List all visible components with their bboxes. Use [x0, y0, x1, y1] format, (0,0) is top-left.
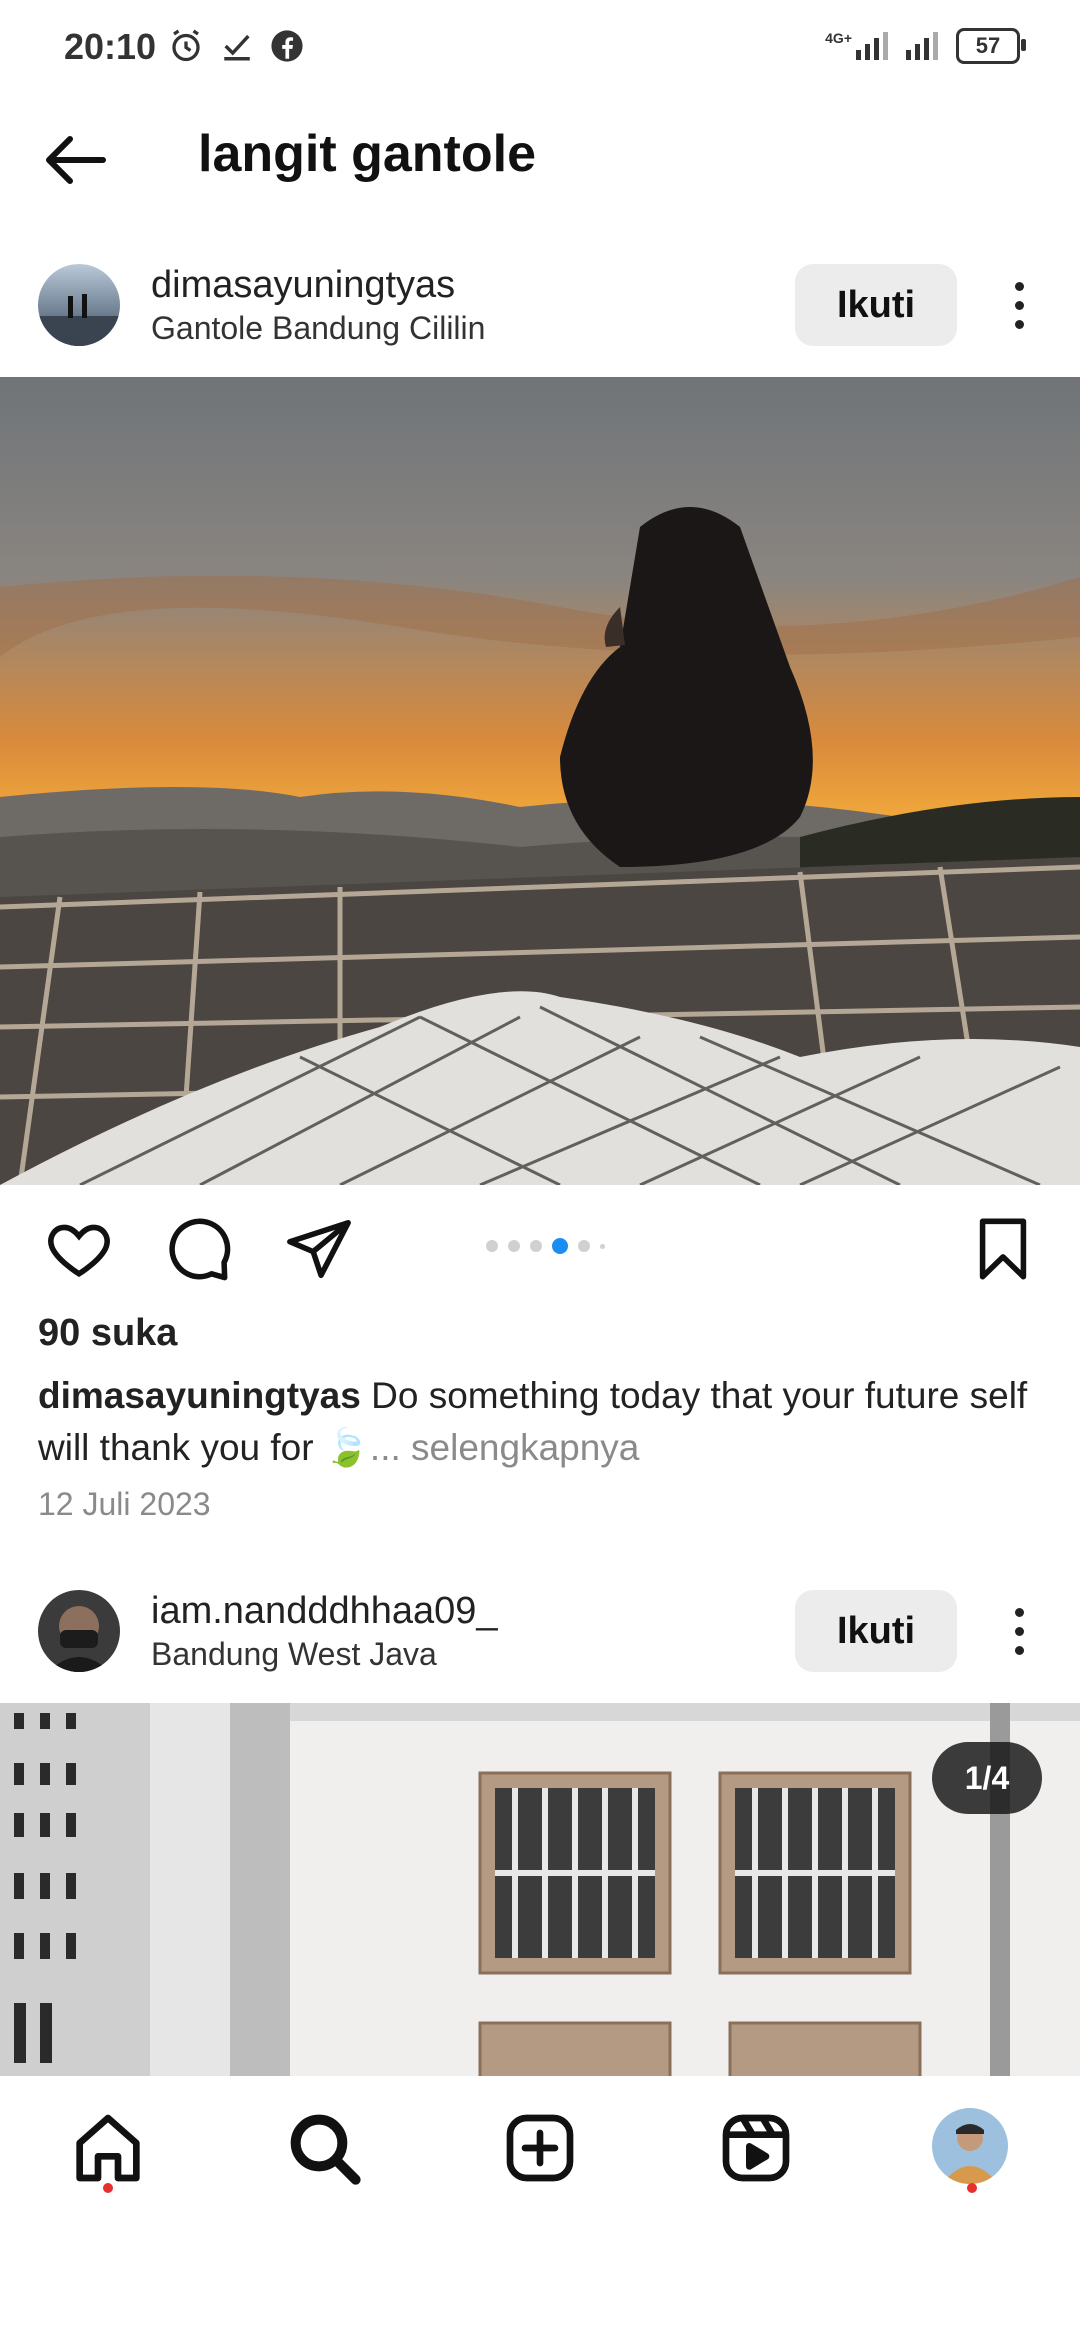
status-right: 4G+ 57 — [825, 28, 1026, 64]
sunset-photo — [0, 377, 1080, 1185]
home-notification-dot — [103, 2183, 113, 2193]
network-type: 4G+ — [825, 30, 852, 46]
more-options-button[interactable] — [1007, 1590, 1031, 1672]
comment-icon — [169, 1218, 231, 1281]
profile-notification-dot — [967, 2183, 977, 2193]
send-icon — [287, 1219, 351, 1279]
signal-bar — [856, 50, 861, 60]
signal-bar — [883, 32, 888, 60]
post-image[interactable] — [0, 1703, 1080, 2076]
signal-bar — [915, 44, 920, 60]
network-signal: 4G+ — [825, 30, 888, 60]
battery-level: 57 — [975, 33, 1001, 58]
signal-bar — [906, 50, 911, 60]
create-icon — [506, 2114, 574, 2182]
carousel-dot-active — [552, 1238, 568, 1254]
back-button[interactable] — [40, 124, 112, 196]
carousel-dot — [508, 1240, 520, 1252]
post-username[interactable]: iam.nandddhhaa09_ — [151, 1590, 498, 1633]
battery-indicator: 57 — [956, 28, 1026, 64]
signal-bar — [924, 38, 929, 60]
nav-reels[interactable] — [716, 2108, 796, 2188]
status-time: 20:10 — [64, 26, 157, 67]
more-dot — [1014, 300, 1024, 310]
post-avatar[interactable] — [38, 264, 120, 346]
more-dot — [1014, 1645, 1024, 1655]
carousel-dot — [578, 1240, 590, 1252]
status-icons — [168, 28, 304, 64]
signal-bar — [874, 38, 879, 60]
back-arrow-icon — [46, 136, 106, 184]
caption-username[interactable]: dimasayuningtyas — [38, 1375, 361, 1416]
like-button[interactable] — [44, 1214, 114, 1284]
avatar-image — [38, 1590, 120, 1672]
reels-icon — [722, 2114, 790, 2182]
facebook-icon — [271, 30, 303, 62]
search-icon — [290, 2114, 361, 2185]
carousel-dot — [530, 1240, 542, 1252]
nav-search[interactable] — [284, 2108, 364, 2188]
post-username[interactable]: dimasayuningtyas — [151, 264, 455, 307]
like-count[interactable]: 90 suka — [38, 1312, 177, 1355]
page-title: langit gantole — [198, 125, 536, 183]
share-button[interactable] — [284, 1214, 354, 1284]
see-more-link[interactable]: ... selengkapnya — [370, 1427, 639, 1468]
save-button[interactable] — [968, 1214, 1038, 1284]
more-dot — [1014, 281, 1024, 291]
comment-button[interactable] — [164, 1214, 234, 1284]
follow-button[interactable]: Ikuti — [795, 264, 957, 346]
post-image[interactable] — [0, 377, 1080, 1185]
nav-home[interactable] — [68, 2108, 148, 2188]
post-caption: dimasayuningtyas Do something today that… — [38, 1370, 1048, 1474]
profile-avatar — [932, 2108, 1008, 2184]
more-options-button[interactable] — [1007, 264, 1031, 346]
carousel-dot — [600, 1243, 605, 1249]
nav-profile[interactable] — [932, 2108, 1012, 2188]
carousel-counter: 1/4 — [932, 1742, 1042, 1814]
profile-avatar-image — [932, 2108, 1008, 2184]
more-dot — [1014, 1626, 1024, 1636]
signal-bar — [865, 44, 870, 60]
more-dot — [1014, 319, 1024, 329]
avatar-image — [38, 264, 120, 346]
alarm-icon — [172, 29, 200, 62]
signal-bar — [933, 32, 938, 60]
carousel-dot — [486, 1240, 498, 1252]
signal-strength-icon — [906, 32, 938, 60]
post-avatar[interactable] — [38, 1590, 120, 1672]
post-location[interactable]: Gantole Bandung Cililin — [151, 310, 485, 347]
building-photo — [0, 1703, 1080, 2076]
follow-button[interactable]: Ikuti — [795, 1590, 957, 1672]
home-icon — [76, 2114, 140, 2182]
carousel-indicator — [486, 1238, 605, 1254]
download-check-icon — [224, 34, 250, 61]
bookmark-icon — [979, 1218, 1027, 1280]
post-location[interactable]: Bandung West Java — [151, 1636, 437, 1673]
post-date: 12 Juli 2023 — [38, 1486, 211, 1522]
nav-create[interactable] — [500, 2108, 580, 2188]
heart-icon — [48, 1224, 110, 1278]
more-dot — [1014, 1607, 1024, 1617]
